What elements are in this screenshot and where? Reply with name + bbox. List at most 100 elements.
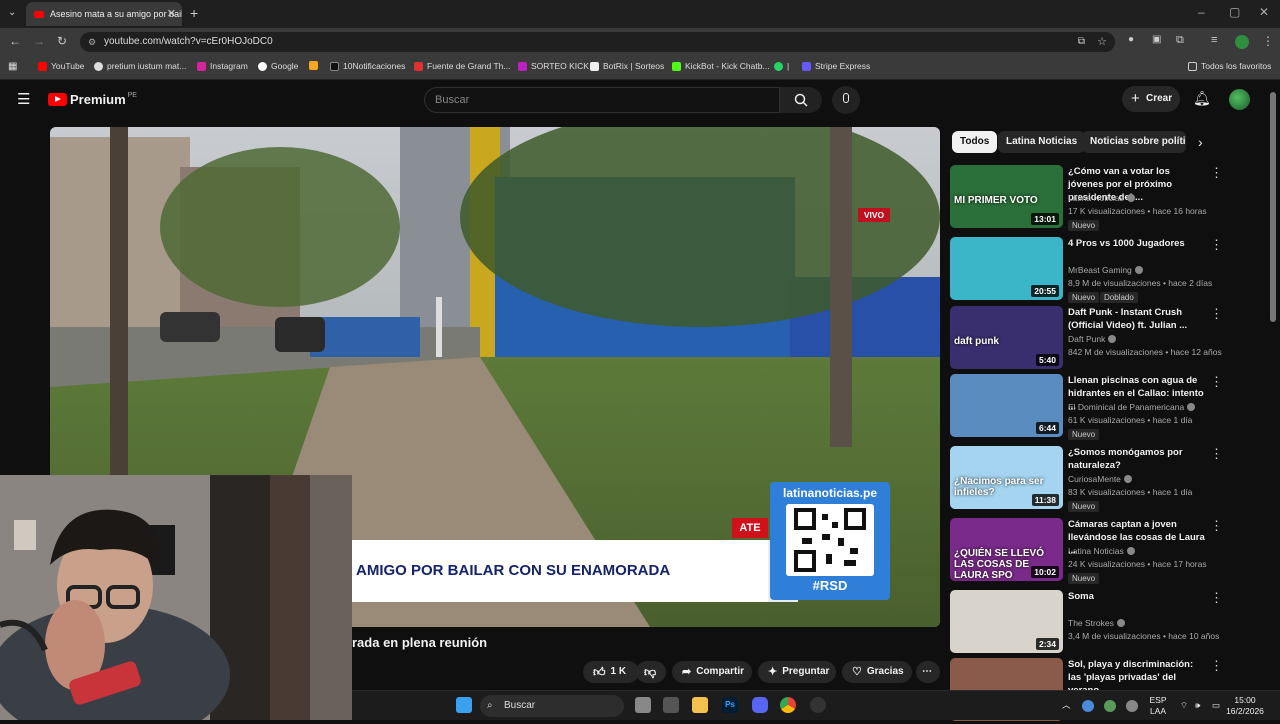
recommendation-title[interactable]: 4 Pros vs 1000 Jugadores [1068,237,1206,250]
extension-icon-2[interactable]: ▣ [1152,34,1161,45]
discord-icon[interactable] [752,697,768,713]
video-thumbnail[interactable]: ¿QUIÉN SE LLEVÓ LAS COSAS DE LAURA SPO 10… [950,518,1063,581]
bookmark-grand-theft[interactable]: Fuente de Grand Th... [414,61,510,71]
more-options-icon[interactable]: ⋮ [1210,518,1223,534]
more-options-icon[interactable]: ⋮ [1210,165,1223,181]
youtube-logo[interactable]: Premium PE [48,92,137,107]
menu-hamburger-icon[interactable]: ☰ [17,90,30,108]
video-thumbnail[interactable]: 2:34 [950,590,1063,653]
recommendation-title[interactable]: Soma [1068,590,1206,603]
profile-avatar[interactable] [1235,35,1249,49]
battery-icon[interactable]: ▭ [1212,700,1220,711]
bookmark-stripe[interactable]: Stripe Express [802,61,870,71]
site-info-icon[interactable]: ⚙ [88,32,96,52]
recommendation-item[interactable]: ¿QUIÉN SE LLEVÓ LAS COSAS DE LAURA SPO 10… [950,518,1260,584]
bookmark-kickbot[interactable]: KickBot - Kick Chatb... [672,61,770,71]
share-button[interactable]: ➦ Compartir [672,661,752,683]
recommendation-item[interactable]: MI PRIMER VOTO 13:01 ¿Cómo van a votar los… [950,165,1260,231]
browser-menu-icon[interactable]: ⋮ [1262,34,1274,48]
tray-app-icon-3[interactable] [1126,700,1138,712]
create-button[interactable]: + Crear [1122,86,1180,112]
forward-icon[interactable]: → [33,34,45,48]
extension-icon[interactable]: ● [1128,34,1134,45]
like-button[interactable]: 👍︎ 1 K [583,661,639,683]
chip-politica[interactable]: Noticias sobre política [1082,131,1186,153]
video-thumbnail[interactable]: MI PRIMER VOTO 13:01 [950,165,1063,228]
channel-name[interactable]: Daft Punk [1068,334,1117,344]
recommendation-item[interactable]: ¿Nacimos para ser infieles? 11:38 ¿Somos m… [950,446,1260,512]
video-thumbnail[interactable]: ¿Nacimos para ser infieles? 11:38 [950,446,1063,509]
bookmark-sorteo-kick[interactable]: SORTEO KICK [518,61,589,71]
account-avatar[interactable] [1229,89,1250,110]
more-options-icon[interactable]: ⋮ [1210,374,1223,390]
video-thumbnail[interactable]: 6:44 [950,374,1063,437]
bookmark-google[interactable]: Google [258,61,298,71]
extensions-puzzle-icon[interactable]: ⧉ [1176,34,1184,47]
chips-next-chevron-icon[interactable]: › [1198,134,1203,150]
reload-icon[interactable]: ↻ [57,34,67,48]
bookmark-star-icon[interactable]: ☆ [1097,32,1107,52]
reading-list-icon[interactable]: ≡ [1211,34,1217,46]
recommendation-item[interactable]: daft punk 5:40 Daft Punk - Instant Crush (… [950,306,1260,372]
bookmark-instagram[interactable]: Instagram [197,61,248,71]
tray-app-icon[interactable] [1082,700,1094,712]
new-tab-icon[interactable]: + [190,5,198,21]
recommendation-item[interactable]: 2:34 Soma The Strokes 3,4 M de visualizacio… [950,590,1260,656]
more-options-icon[interactable]: ⋮ [1210,658,1223,674]
more-options-icon[interactable]: ⋮ [1210,306,1223,322]
channel-name[interactable]: CuriosaMente [1068,474,1132,484]
channel-name[interactable]: The Strokes [1068,618,1125,628]
app-icon-2[interactable] [810,697,826,713]
more-options-icon[interactable]: ⋮ [1210,237,1223,253]
maximize-icon[interactable]: ▢ [1229,5,1240,19]
chip-latina-noticias[interactable]: Latina Noticias [998,131,1086,153]
chip-todos[interactable]: Todos [952,131,998,153]
recommendation-item[interactable]: 6:44 Llenan piscinas con agua de hidrante… [950,374,1260,440]
notifications-bell-icon[interactable]: 🔔︎ [1193,90,1211,107]
bookmark-youtube[interactable]: YouTube [38,61,84,71]
more-options-icon[interactable]: ⋮ [1210,446,1223,462]
channel-name[interactable]: MrBeast Gaming [1068,265,1143,275]
wifi-icon[interactable]: ⌔ [1180,700,1188,711]
bookmark-pretium[interactable]: pretium iustum mat... [94,61,186,71]
chrome-icon[interactable] [780,697,796,713]
search-button[interactable] [780,87,822,113]
more-actions-button[interactable]: ⋯ [916,661,940,683]
dislike-button[interactable]: 👎︎ [636,661,666,683]
channel-name[interactable]: Latina Noticias [1068,193,1135,203]
language-indicator[interactable]: ESP LAA [1146,695,1170,717]
channel-name[interactable]: El Dominical de Panamericana [1068,402,1196,412]
minimize-icon[interactable]: – [1198,5,1205,19]
page-scrollbar[interactable] [1270,92,1276,322]
video-thumbnail[interactable]: 20:55 [950,237,1063,300]
bookmark-botrix[interactable]: BotRix | Sorteos [590,61,664,71]
all-bookmarks[interactable]: Todos los favoritos [1188,61,1271,71]
ask-button[interactable]: ✦ Preguntar [758,661,836,683]
recommendation-item[interactable]: 20:55 4 Pros vs 1000 Jugadores MrBeast Gam… [950,237,1260,303]
back-icon[interactable]: ← [9,34,21,48]
windows-start-icon[interactable] [456,697,472,713]
recommendation-title[interactable]: Daft Punk - Instant Crush (Official Vide… [1068,306,1206,332]
apps-grid-icon[interactable]: ▦ [8,61,17,72]
bookmark-colorful-icon[interactable] [309,61,322,70]
more-options-icon[interactable]: ⋮ [1210,590,1223,606]
install-app-icon[interactable]: ⧉ [1078,32,1085,52]
close-window-icon[interactable]: ✕ [1259,5,1269,19]
search-input[interactable]: Buscar [424,87,780,113]
url-field[interactable]: ⚙ youtube.com/watch?v=cEr0HOJoDC0 ⧉ ☆ [80,32,1115,52]
photoshop-icon[interactable]: Ps [722,697,738,713]
tab-list-icon[interactable]: ⌄ [8,7,16,18]
voice-search-button[interactable] [832,86,860,114]
browser-tab-active[interactable]: Asesino mata a su amigo por bailar ✕ [26,2,182,26]
channel-name[interactable]: Latina Noticias [1068,546,1135,556]
bookmark-whatsapp[interactable]: | [774,61,789,71]
tray-chevron-icon[interactable]: ︿ [1062,700,1071,711]
file-explorer-icon[interactable] [692,697,708,713]
close-tab-icon[interactable]: ✕ [167,7,176,20]
task-view-icon[interactable] [635,697,651,713]
clock[interactable]: 15:00 16/2/2026 [1226,695,1264,717]
taskbar-search[interactable]: ⌕ Buscar [480,695,624,717]
thanks-button[interactable]: ♡ Gracias [842,661,912,683]
volume-icon[interactable]: 🕪︎ [1195,700,1200,711]
app-icon[interactable] [663,697,679,713]
